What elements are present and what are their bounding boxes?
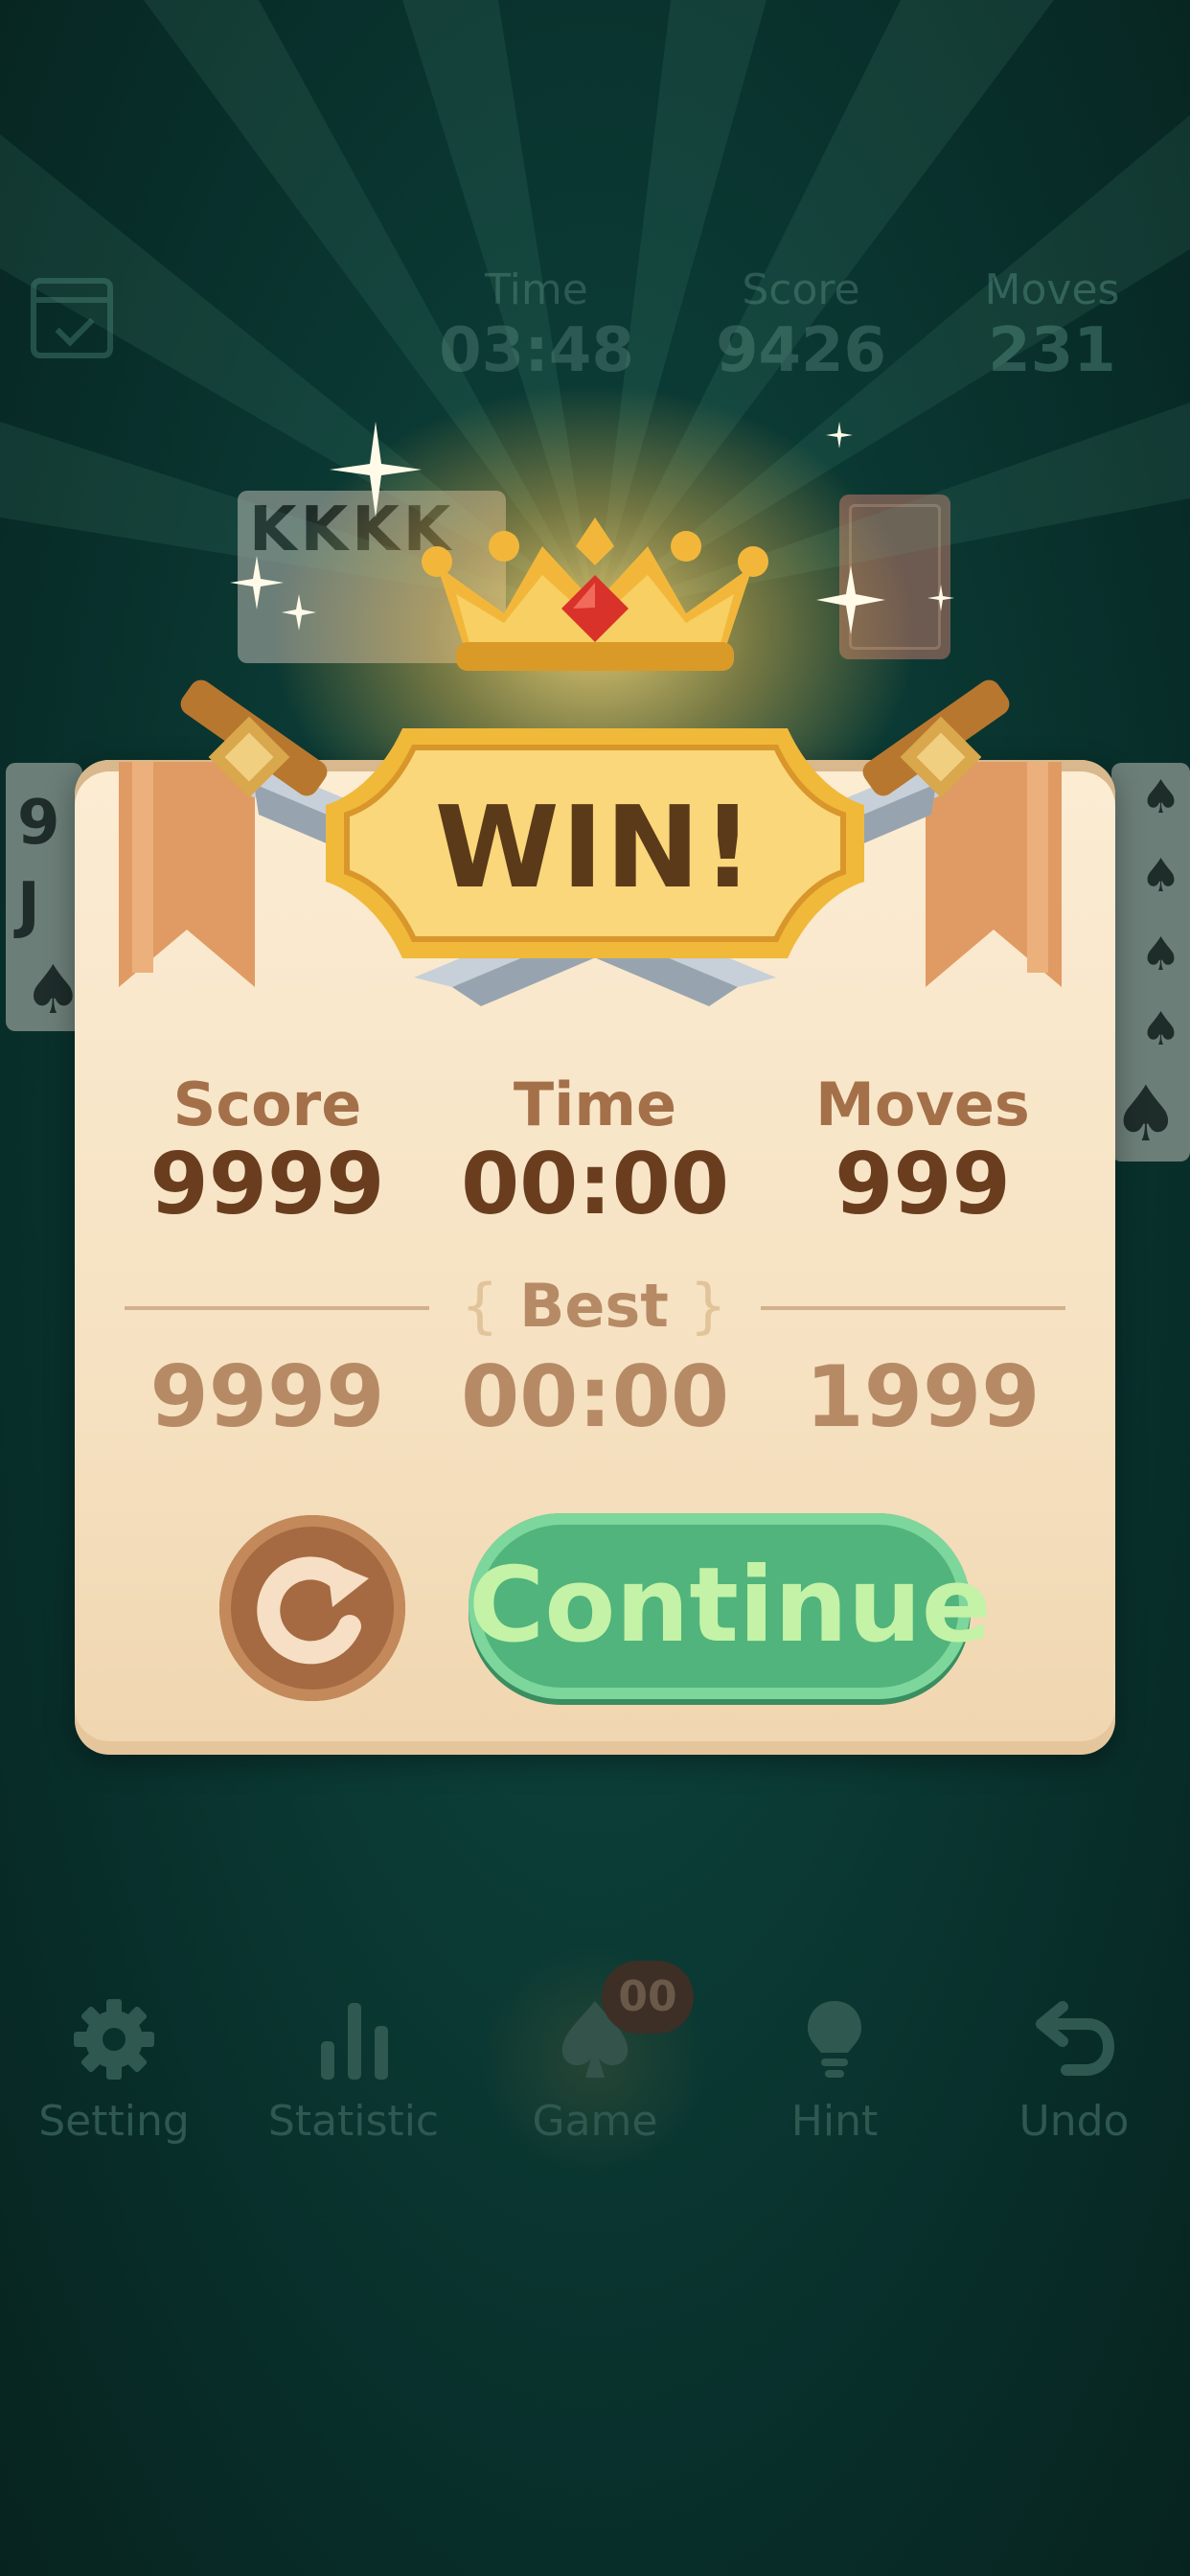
best-time-value: 00:00 [460,1347,730,1446]
continue-button[interactable]: Continue [469,1513,992,1699]
nav-statistic-label: Statistic [267,2097,440,2146]
current-moves: Moves 999 [779,1071,1066,1230]
nav-undo[interactable]: Undo [954,1993,1190,2146]
best-heading: { Best } [450,1271,738,1341]
best-score: 9999 [124,1351,411,1443]
moves-label: Moves [815,1070,1030,1139]
time-value: 00:00 [460,1135,730,1233]
restart-arrow-icon [257,1556,369,1665]
restart-button[interactable] [219,1515,405,1701]
moves-value: 999 [835,1135,1011,1233]
best-time: 00:00 [451,1351,739,1443]
gear-icon [74,1999,154,2080]
time-label: Time [513,1070,677,1139]
score-label: Score [172,1070,362,1139]
nav-statistic[interactable]: Statistic [234,1993,473,2146]
nav-hint-label: Hint [790,2097,879,2146]
lightbulb-icon [808,2001,861,2078]
best-divider-left [125,1306,429,1310]
game-count-badge: 00 [602,1961,694,2034]
best-moves: 1999 [779,1351,1066,1443]
nav-game-label: Game [532,2097,658,2146]
bottom-nav: Setting Statistic Game Hint Undo [0,1993,1190,2185]
win-title: WIN! [434,781,756,913]
best-divider-right [761,1306,1065,1310]
left-flourish-icon: { [461,1271,499,1341]
best-moves-value: 1999 [805,1347,1041,1446]
undo-icon [1036,2001,1115,2076]
nav-hint[interactable]: Hint [715,1993,954,2146]
right-flourish-icon: } [689,1271,727,1341]
current-time: Time 00:00 [451,1071,739,1230]
nav-undo-label: Undo [1018,2097,1130,2146]
best-label: Best [519,1271,669,1341]
nav-setting[interactable]: Setting [0,1993,234,2146]
best-stats: 9999 00:00 1999 [75,1351,1115,1524]
bar-chart-icon [321,2003,388,2080]
best-score-value: 9999 [149,1347,385,1446]
current-score: Score 9999 [124,1071,411,1230]
current-stats: Score 9999 Time 00:00 Moves 999 [75,1071,1115,1244]
sparkles [230,422,954,634]
nav-setting-label: Setting [38,2097,190,2146]
score-value: 9999 [149,1135,385,1233]
